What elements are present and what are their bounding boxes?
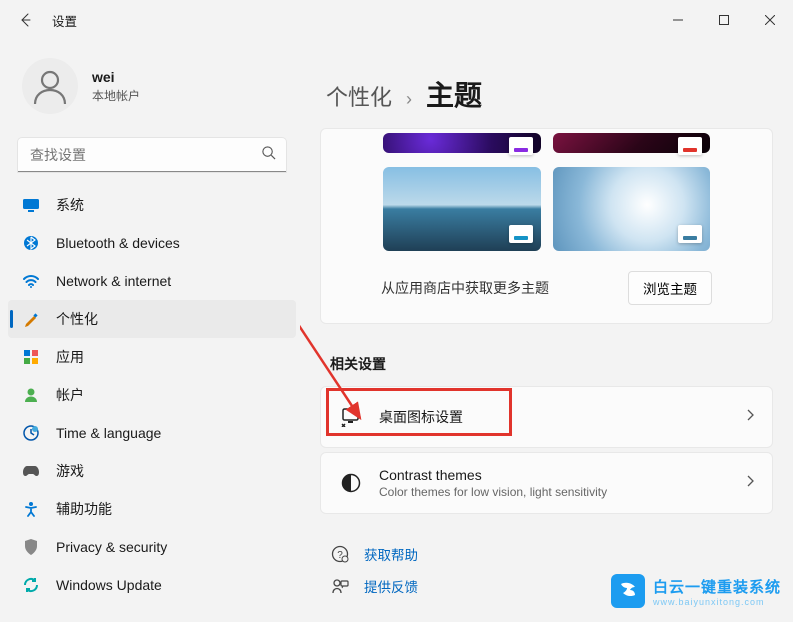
- chevron-right-icon: [746, 408, 754, 426]
- get-help-link[interactable]: ? 获取帮助: [326, 538, 773, 570]
- nav-item-time-language[interactable]: Time & language: [8, 414, 296, 452]
- nav-label: 辅助功能: [56, 499, 112, 519]
- browse-themes-button[interactable]: 浏览主题: [628, 271, 712, 305]
- feedback-icon: [330, 577, 350, 595]
- nav-item-accessibility[interactable]: 辅助功能: [8, 490, 296, 528]
- nav-label: Time & language: [56, 425, 161, 441]
- nav-item-personalization[interactable]: 个性化: [8, 300, 296, 338]
- row-subtitle: Color themes for low vision, light sensi…: [379, 485, 746, 499]
- profile-subtitle: 本地帐户: [92, 87, 140, 104]
- related-settings-title: 相关设置: [330, 354, 773, 374]
- sidebar: wei 本地帐户 系统 Bluetooth & devices Network …: [0, 40, 300, 622]
- minimize-button[interactable]: [655, 4, 701, 36]
- row-title: 桌面图标设置: [379, 407, 746, 427]
- bluetooth-icon: [22, 234, 40, 252]
- nav-label: Network & internet: [56, 273, 171, 289]
- title-bar: 设置: [0, 0, 793, 40]
- search-input[interactable]: [18, 138, 286, 172]
- nav-label: 应用: [56, 347, 84, 367]
- theme-thumbnail[interactable]: [553, 133, 711, 153]
- personalization-icon: [22, 310, 40, 328]
- nav-item-windows-update[interactable]: Windows Update: [8, 566, 296, 604]
- nav-label: 帐户: [56, 385, 84, 405]
- accounts-icon: [22, 386, 40, 404]
- help-icon: ?: [330, 545, 350, 563]
- nav-label: Windows Update: [56, 577, 162, 593]
- main-content: 个性化 › 主题 从应用商店中获取更多主题 浏览主题 相关设置: [300, 40, 793, 622]
- back-button[interactable]: [14, 8, 38, 32]
- close-button[interactable]: [747, 4, 793, 36]
- breadcrumb-separator-icon: ›: [406, 89, 412, 110]
- nav-label: 游戏: [56, 461, 84, 481]
- contrast-icon: [339, 473, 363, 493]
- back-arrow-icon: [18, 12, 34, 28]
- page-title: 主题: [426, 74, 482, 114]
- row-title: Contrast themes: [379, 467, 746, 483]
- nav-item-network[interactable]: Network & internet: [8, 262, 296, 300]
- nav-list: 系统 Bluetooth & devices Network & interne…: [8, 186, 296, 604]
- wifi-icon: [22, 272, 40, 290]
- theme-thumbnail[interactable]: [383, 133, 541, 153]
- nav-label: Privacy & security: [56, 539, 167, 555]
- nav-label: Bluetooth & devices: [56, 235, 180, 251]
- apps-icon: [22, 348, 40, 366]
- nav-item-bluetooth[interactable]: Bluetooth & devices: [8, 224, 296, 262]
- watermark-url: www.baiyunxitong.com: [653, 597, 781, 607]
- nav-item-accounts[interactable]: 帐户: [8, 376, 296, 414]
- link-text: 获取帮助: [364, 544, 418, 564]
- system-icon: [22, 196, 40, 214]
- window-title: 设置: [52, 11, 77, 30]
- breadcrumb: 个性化 › 主题: [326, 74, 773, 114]
- search-icon: [261, 145, 276, 165]
- nav-item-apps[interactable]: 应用: [8, 338, 296, 376]
- watermark-title: 白云一键重装系统: [653, 576, 781, 597]
- chevron-right-icon: [746, 474, 754, 492]
- maximize-button[interactable]: [701, 4, 747, 36]
- desktop-icon-settings-row[interactable]: 桌面图标设置: [320, 386, 773, 448]
- time-icon: [22, 424, 40, 442]
- watermark-logo-icon: [611, 574, 645, 608]
- store-text: 从应用商店中获取更多主题: [381, 278, 549, 298]
- avatar-icon: [30, 66, 70, 106]
- theme-thumbnail[interactable]: [553, 167, 711, 251]
- nav-label: 个性化: [56, 309, 98, 329]
- avatar: [22, 58, 78, 114]
- profile-name: wei: [92, 69, 140, 85]
- nav-item-privacy[interactable]: Privacy & security: [8, 528, 296, 566]
- nav-label: 系统: [56, 195, 84, 215]
- shield-icon: [22, 538, 40, 556]
- nav-item-gaming[interactable]: 游戏: [8, 452, 296, 490]
- desktop-icons-icon: [339, 407, 363, 427]
- nav-item-system[interactable]: 系统: [8, 186, 296, 224]
- gaming-icon: [22, 462, 40, 480]
- accessibility-icon: [22, 500, 40, 518]
- themes-panel: 从应用商店中获取更多主题 浏览主题: [320, 128, 773, 324]
- theme-thumbnail[interactable]: [383, 167, 541, 251]
- window-controls: [655, 4, 793, 36]
- watermark: 白云一键重装系统 www.baiyunxitong.com: [611, 574, 781, 608]
- breadcrumb-parent[interactable]: 个性化: [326, 80, 392, 112]
- contrast-themes-row[interactable]: Contrast themes Color themes for low vis…: [320, 452, 773, 514]
- link-text: 提供反馈: [364, 576, 418, 596]
- profile-block[interactable]: wei 本地帐户: [8, 50, 296, 132]
- update-icon: [22, 576, 40, 594]
